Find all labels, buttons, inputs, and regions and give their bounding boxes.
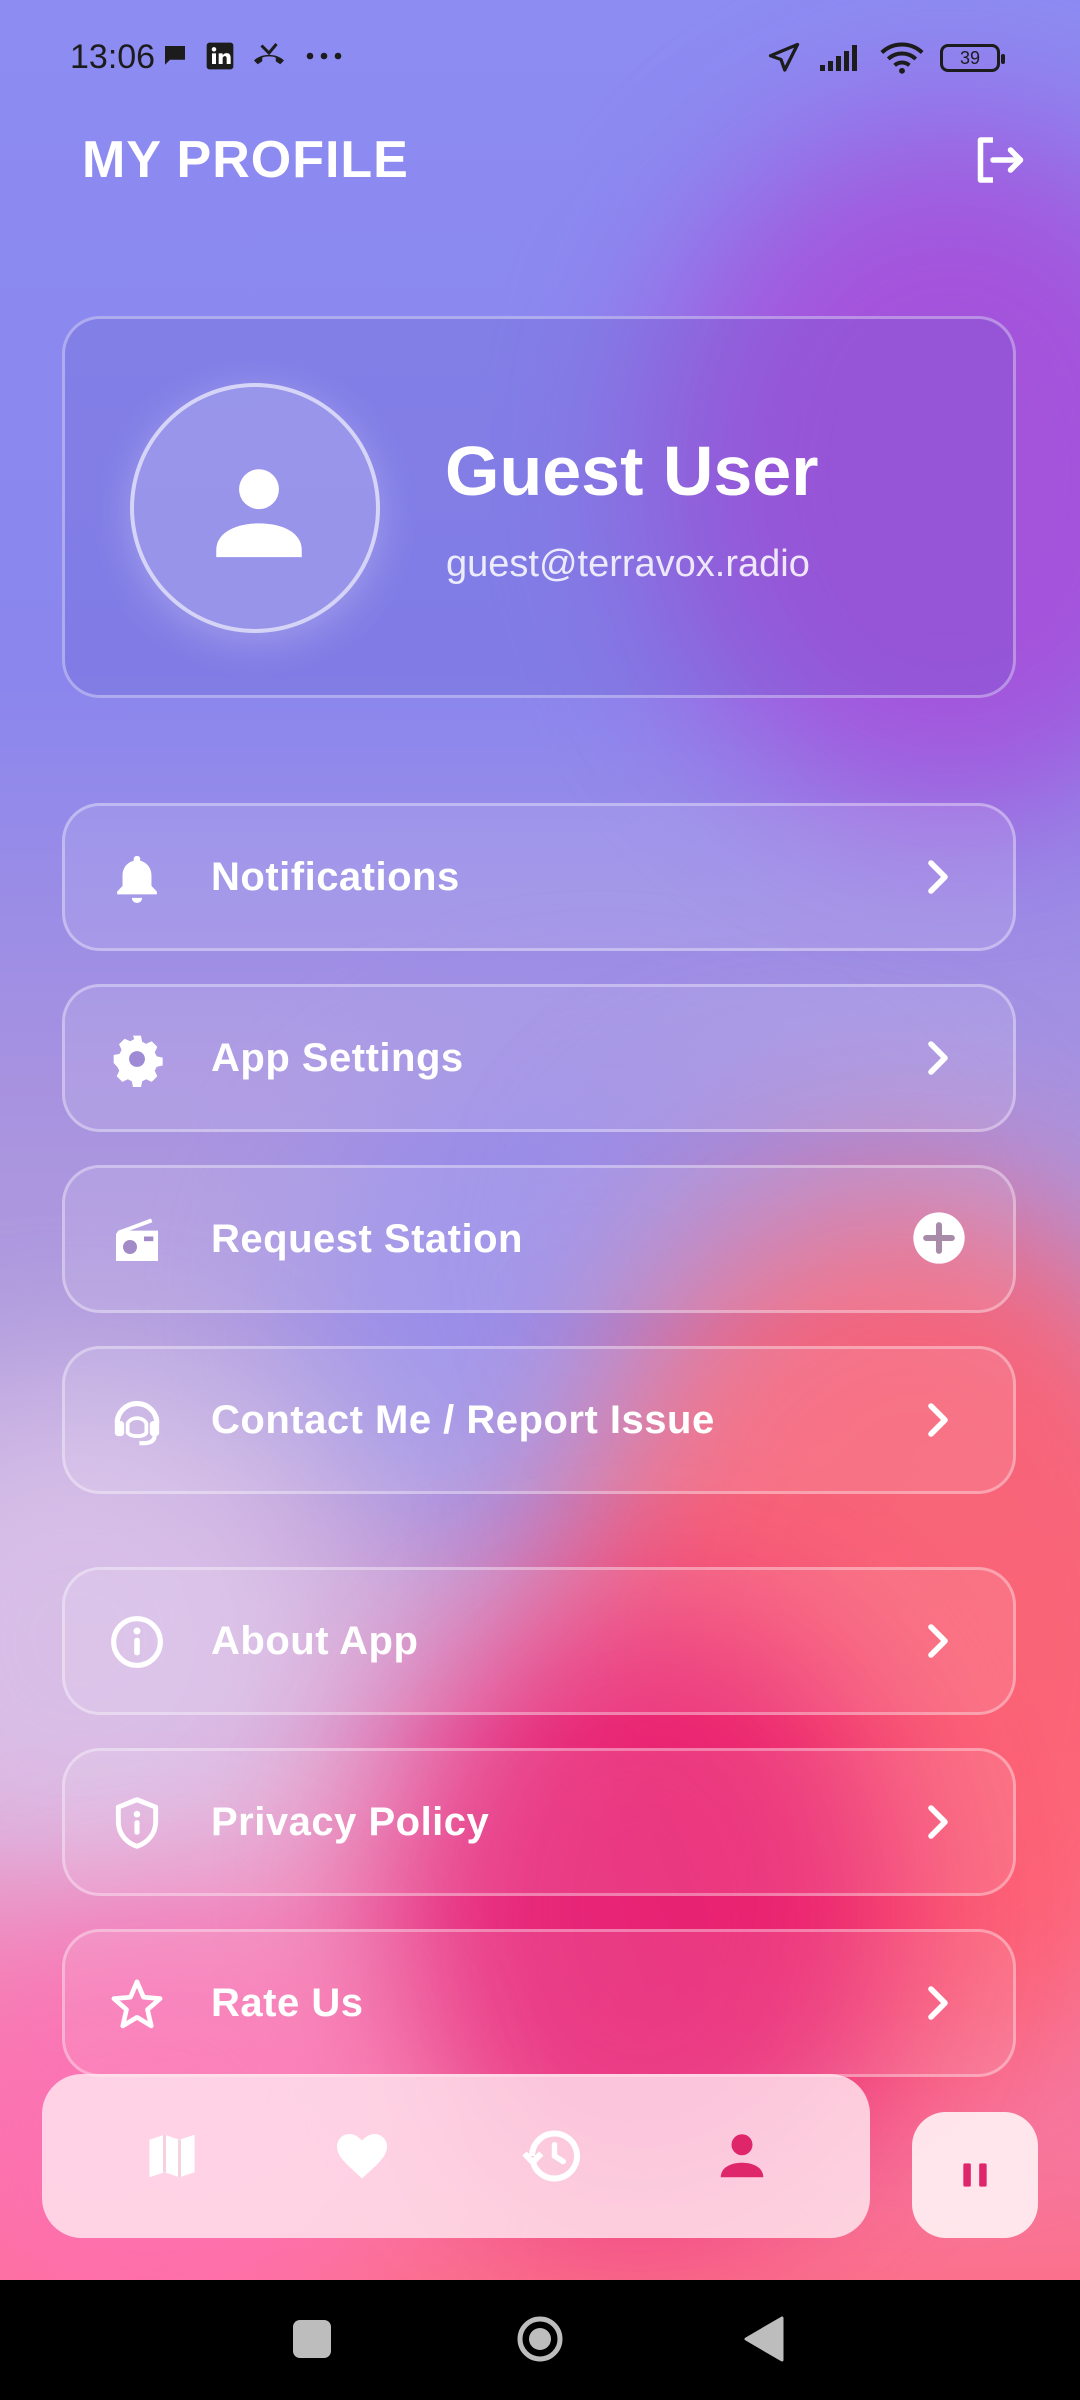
recents-square-icon[interactable] [293,2320,331,2358]
bell-icon [117,855,157,903]
chevron-right-icon [928,1805,948,1839]
history-icon[interactable] [522,2126,582,2186]
chevron-right-icon [928,1041,948,1075]
more-dots-icon [306,52,342,60]
menu-label: Request Station [211,1217,523,1261]
status-time: 13:06 [70,38,156,76]
profile-name: Guest User [445,432,819,510]
menu-item-contact-report[interactable]: Contact Me / Report Issue [62,1346,1016,1494]
headset-icon [114,1401,160,1446]
player-pause-button[interactable] [912,2112,1038,2238]
menu-item-rate-us[interactable]: Rate Us [62,1929,1016,2077]
person-icon[interactable] [712,2126,772,2186]
menu-item-request-station[interactable]: Request Station [62,1165,1016,1313]
status-bar: 13:06 39 [0,0,1080,120]
missed-call-icon [254,43,284,65]
avatar[interactable] [130,383,380,633]
home-circle-icon[interactable] [515,2314,565,2364]
signal-icon [820,45,857,71]
chevron-right-icon [928,860,948,894]
linkedin-icon [206,42,234,70]
logout-icon[interactable] [968,130,1028,190]
gear-icon [113,1035,163,1087]
profile-card: Guest User guest@terravox.radio [62,316,1016,698]
heart-icon[interactable] [332,2126,392,2186]
pause-icon [963,2163,987,2187]
star-icon [111,1979,163,2029]
menu-label: About App [211,1619,419,1663]
system-nav-bar [0,2280,1080,2400]
chevron-right-icon [928,1986,948,2020]
shield-info-icon [115,1797,159,1849]
menu-label: App Settings [211,1036,464,1080]
menu-label: Privacy Policy [211,1800,490,1844]
back-triangle-icon[interactable] [744,2316,784,2362]
chevron-right-icon [928,1624,948,1658]
info-icon [111,1616,163,1668]
menu-label: Contact Me / Report Issue [211,1398,715,1442]
bottom-nav-bar [42,2074,870,2238]
chevron-right-icon [928,1403,948,1437]
add-circle-icon[interactable] [911,1210,967,1266]
battery-level: 39 [959,47,981,68]
menu-label: Rate Us [211,1981,364,2025]
menu-item-privacy-policy[interactable]: Privacy Policy [62,1748,1016,1896]
wifi-icon [880,42,924,74]
battery-icon: 39 [940,44,1005,72]
profile-email: guest@terravox.radio [446,543,810,585]
chat-icon [165,46,185,65]
map-icon[interactable] [142,2126,202,2186]
page-title: MY PROFILE [82,131,409,189]
menu-item-app-settings[interactable]: App Settings [62,984,1016,1132]
radio-icon [116,1218,158,1261]
location-arrow-icon [768,42,800,72]
menu-label: Notifications [211,855,460,899]
menu-item-about-app[interactable]: About App [62,1567,1016,1715]
person-avatar-icon [216,469,302,558]
menu-item-notifications[interactable]: Notifications [62,803,1016,951]
